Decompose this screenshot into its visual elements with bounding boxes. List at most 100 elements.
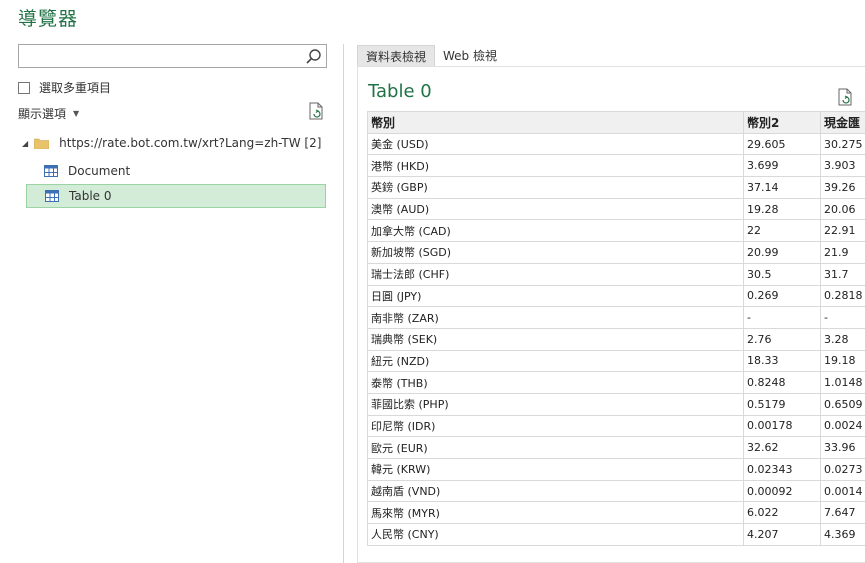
table-cell: 0.00092 (743, 479, 821, 503)
table-row: 馬來幣 (MYR) 6.022 7.647 (367, 501, 865, 525)
table-row: 英鎊 (GBP) 37.14 39.26 (367, 176, 865, 199)
table-cell: 1.0148 (820, 371, 865, 394)
table-cell: 32.62 (743, 436, 821, 459)
table-cell: 越南盾 (VND) (367, 479, 744, 503)
data-grid-container[interactable]: 幣別 幣別2 現金匯 美金 (USD) 29.605 30.275 港幣 (HKD) 3… (367, 111, 865, 546)
column-header[interactable]: 現金匯 (820, 111, 865, 134)
table-cell: 0.0014 (820, 479, 865, 503)
collapse-caret-icon[interactable]: ◢ (22, 139, 28, 148)
table-row: 加拿大幣 (CAD) 22 22.91 (367, 219, 865, 243)
table-cell: 0.2818 (820, 284, 865, 308)
pane-divider (343, 44, 344, 563)
table-cell: 瑞士法郎 (CHF) (367, 262, 744, 286)
table-icon (45, 190, 59, 202)
table-row: 韓元 (KRW) 0.02343 0.0273 (367, 458, 865, 481)
table-cell: 0.5179 (743, 392, 821, 416)
tree-item-table-0[interactable]: Table 0 (26, 184, 326, 208)
table-row: 紐元 (NZD) 18.33 19.18 (367, 349, 865, 373)
table-cell: 港幣 (HKD) (367, 154, 744, 178)
table-row: 澳幣 (AUD) 19.28 20.06 (367, 197, 865, 221)
search-input[interactable] (19, 45, 299, 67)
table-cell: 瑞典幣 (SEK) (367, 327, 744, 351)
table-cell: 南非幣 (ZAR) (367, 306, 744, 329)
table-row: 印尼幣 (IDR) 0.00178 0.0024 (367, 414, 865, 438)
tab-web-view[interactable]: Web 檢視 (435, 45, 505, 66)
table-cell: 7.647 (820, 501, 865, 525)
preview-pane: Table 0 幣別 幣別2 現金匯 美金 (USD) 29.605 30.275 港… (357, 66, 865, 563)
refresh-icon[interactable] (308, 102, 324, 120)
tree-item-label: Document (68, 164, 131, 178)
table-cell: 3.28 (820, 327, 865, 351)
column-header[interactable]: 幣別2 (743, 111, 821, 134)
table-cell: 39.26 (820, 176, 865, 199)
table-cell: 0.0024 (820, 414, 865, 438)
view-tabs: 資料表檢視 Web 檢視 (357, 45, 505, 66)
table-cell: - (820, 306, 865, 329)
table-cell: 0.269 (743, 284, 821, 308)
table-row: 南非幣 (ZAR) - - (367, 306, 865, 329)
display-options-dropdown[interactable]: 顯示選項 ▼ (18, 105, 79, 122)
table-cell: 22.91 (820, 219, 865, 243)
table-row: 新加坡幣 (SGD) 20.99 21.9 (367, 241, 865, 264)
table-cell: 30.5 (743, 262, 821, 286)
table-cell: 3.699 (743, 154, 821, 178)
table-cell: 0.02343 (743, 458, 821, 481)
tree-item-label: Table 0 (69, 189, 112, 203)
tree-root-source[interactable]: ◢ https://rate.bot.com.tw/xrt?Lang=zh-TW… (22, 136, 321, 150)
folder-icon (34, 138, 50, 149)
table-cell: 英鎊 (GBP) (367, 176, 744, 199)
table-header-row: 幣別 幣別2 現金匯 (367, 111, 865, 134)
table-cell: 馬來幣 (MYR) (367, 501, 744, 525)
multi-select-option[interactable]: 選取多重項目 (18, 79, 111, 96)
search-icon[interactable] (305, 48, 322, 65)
table-cell: 19.18 (820, 349, 865, 373)
table-cell: 0.00178 (743, 414, 821, 438)
table-cell: 澳幣 (AUD) (367, 197, 744, 221)
table-cell: 0.8248 (743, 371, 821, 394)
table-row: 港幣 (HKD) 3.699 3.903 (367, 154, 865, 178)
table-cell: 31.7 (820, 262, 865, 286)
data-grid: 幣別 幣別2 現金匯 美金 (USD) 29.605 30.275 港幣 (HKD) 3… (367, 111, 865, 546)
table-cell: 紐元 (NZD) (367, 349, 744, 373)
table-cell: 日圓 (JPY) (367, 284, 744, 308)
table-cell: 0.0273 (820, 458, 865, 481)
chevron-down-icon: ▼ (73, 109, 80, 118)
table-cell: 21.9 (820, 241, 865, 264)
multi-select-checkbox[interactable] (18, 81, 30, 94)
table-cell: 印尼幣 (IDR) (367, 414, 744, 438)
preview-title: Table 0 (368, 81, 432, 102)
refresh-icon[interactable] (837, 88, 853, 106)
table-row: 越南盾 (VND) 0.00092 0.0014 (367, 479, 865, 503)
table-cell: 歐元 (EUR) (367, 436, 744, 459)
table-cell: 4.207 (743, 523, 821, 546)
table-cell: 加拿大幣 (CAD) (367, 219, 744, 243)
tree-item-document[interactable]: Document (26, 159, 326, 183)
table-cell: 人民幣 (CNY) (367, 523, 744, 546)
table-cell: 美金 (USD) (367, 132, 744, 156)
multi-select-label: 選取多重項目 (39, 81, 112, 95)
table-cell: 29.605 (743, 132, 821, 156)
table-cell: 37.14 (743, 176, 821, 199)
table-row: 泰幣 (THB) 0.8248 1.0148 (367, 371, 865, 394)
search-box[interactable] (18, 44, 327, 68)
table-cell: 0.6509 (820, 392, 865, 416)
table-cell: 4.369 (820, 523, 865, 546)
tab-table-view[interactable]: 資料表檢視 (357, 45, 436, 66)
table-row: 菲國比索 (PHP) 0.5179 0.6509 (367, 392, 865, 416)
table-row: 瑞典幣 (SEK) 2.76 3.28 (367, 327, 865, 351)
table-row: 瑞士法郎 (CHF) 30.5 31.7 (367, 262, 865, 286)
table-cell: 20.99 (743, 241, 821, 264)
table-cell: 菲國比索 (PHP) (367, 392, 744, 416)
table-row: 歐元 (EUR) 32.62 33.96 (367, 436, 865, 459)
table-cell: 22 (743, 219, 821, 243)
table-cell: 20.06 (820, 197, 865, 221)
table-body: 美金 (USD) 29.605 30.275 港幣 (HKD) 3.699 3.903 英鎊… (367, 132, 865, 546)
table-cell: 3.903 (820, 154, 865, 178)
table-row: 人民幣 (CNY) 4.207 4.369 (367, 523, 865, 546)
table-cell: 2.76 (743, 327, 821, 351)
table-cell: 19.28 (743, 197, 821, 221)
column-header[interactable]: 幣別 (367, 111, 744, 134)
table-cell: 30.275 (820, 132, 865, 156)
table-cell: 泰幣 (THB) (367, 371, 744, 394)
table-cell: 6.022 (743, 501, 821, 525)
